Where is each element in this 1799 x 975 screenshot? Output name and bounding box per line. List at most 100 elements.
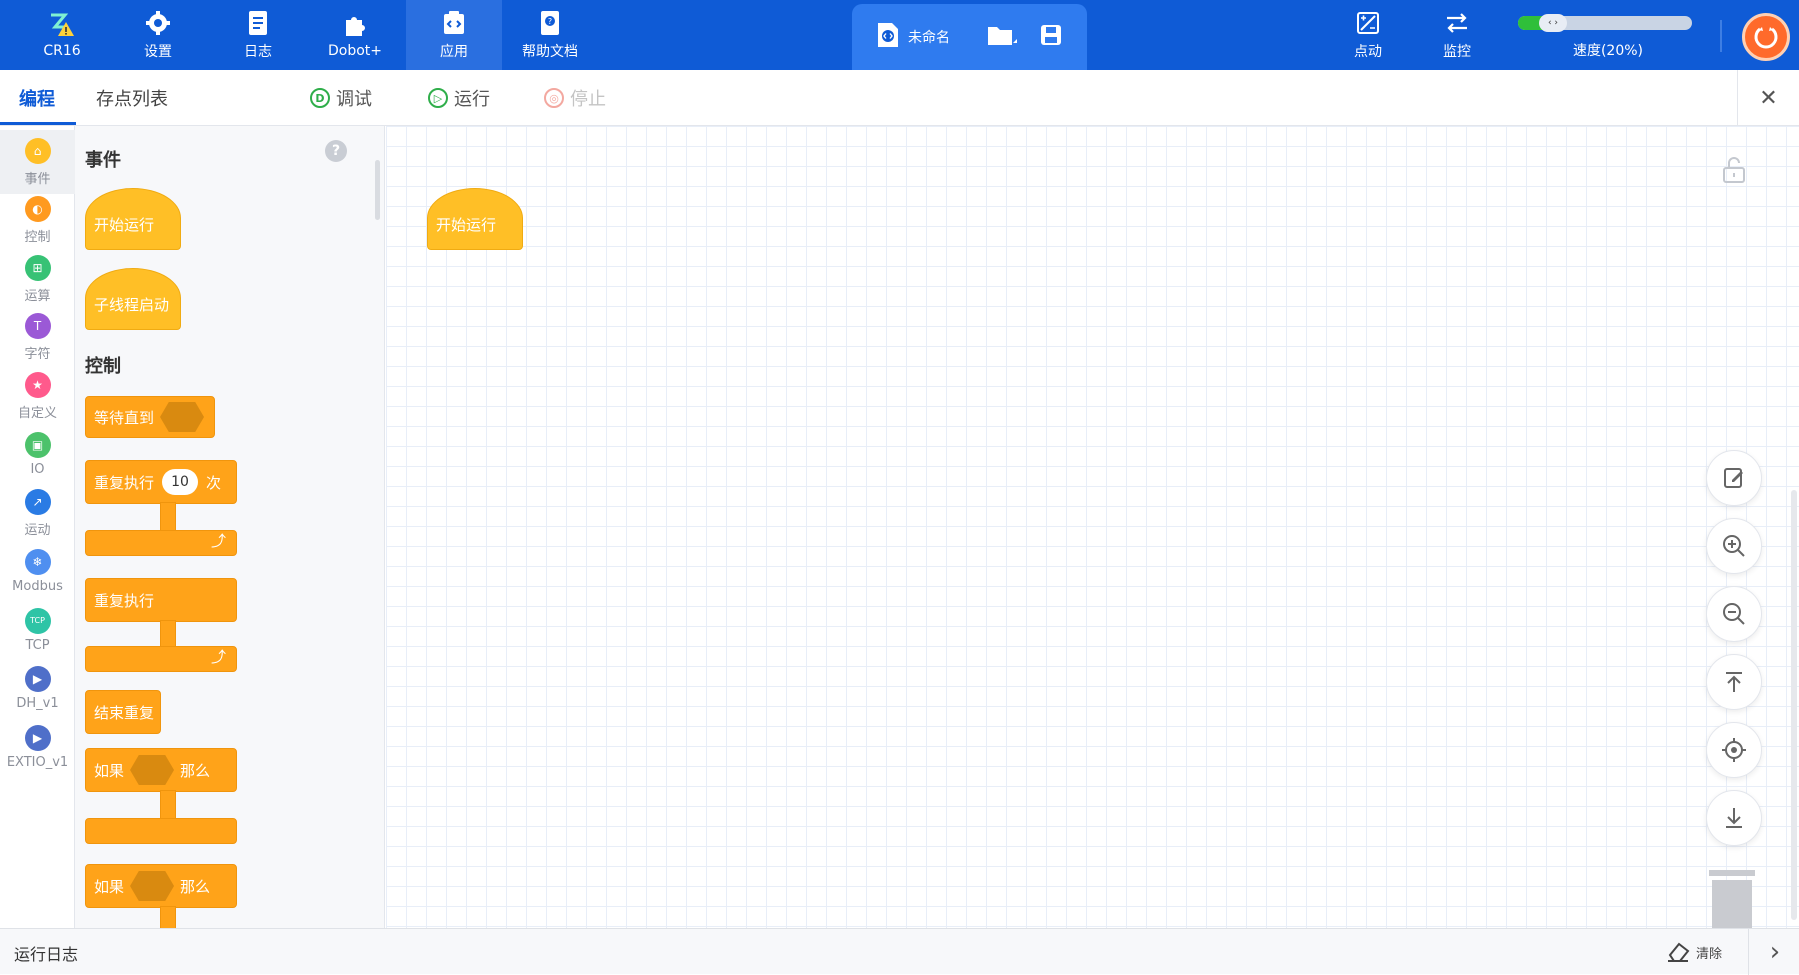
help-doc-icon: ?: [536, 9, 564, 37]
swap-arrows-icon: [1443, 9, 1471, 37]
category-item[interactable]: ⌂ 事件: [0, 130, 75, 194]
events-heading: 事件: [85, 150, 121, 171]
canvas-start-run-block[interactable]: 开始运行: [427, 188, 523, 250]
category-item[interactable]: ▣ IO: [0, 423, 75, 487]
category-label: 运动: [24, 522, 51, 538]
nav-monitor[interactable]: 监控: [1409, 0, 1505, 70]
workspace-canvas[interactable]: 开始运行: [386, 126, 1799, 928]
category-label: 控制: [24, 230, 51, 245]
block-then-label: 那么: [180, 761, 211, 780]
block-wait-until[interactable]: 等待直到: [85, 396, 215, 438]
speed-slider-handle[interactable]: ‹ ›: [1539, 14, 1567, 32]
help-icon[interactable]: ?: [325, 140, 347, 162]
folder-icon[interactable]: [986, 23, 1018, 51]
run-button[interactable]: ▷ 运行: [428, 70, 490, 126]
scroll-bottom-button[interactable]: [1706, 790, 1762, 846]
category-item[interactable]: ▶ DH_v1: [0, 657, 75, 721]
nav-app[interactable]: 应用: [406, 0, 502, 70]
category-item[interactable]: TCP TCP: [0, 598, 75, 662]
block-then-label: 那么: [180, 877, 211, 896]
block-category-rail: ⌂ 事件 ◐ 控制 ⊞ 运算 T 字符 ★ 自定义 ▣ IO ↗ 运动 ❄ Modbus TCP TCP ▶ DH_v…: [0, 126, 75, 928]
nav-jog[interactable]: 点动: [1320, 0, 1416, 70]
block-if-label: 如果: [94, 761, 125, 780]
category-item[interactable]: ↗ 运动: [0, 481, 75, 545]
edit-button[interactable]: [1706, 450, 1762, 506]
script-file-icon[interactable]: [876, 21, 900, 53]
unlock-icon[interactable]: [1722, 156, 1746, 184]
block-start-run[interactable]: 开始运行: [85, 188, 181, 250]
edit-icon: [1724, 468, 1743, 488]
block-subthread-start[interactable]: 子线程启动: [85, 268, 181, 330]
block-repeat-suffix: 次: [206, 473, 222, 492]
emergency-stop-icon: [1754, 27, 1778, 49]
scroll-to-bottom-icon: [1726, 808, 1742, 828]
zoom-in-button[interactable]: [1706, 518, 1762, 574]
tab-point-list[interactable]: 存点列表: [96, 70, 168, 126]
nav-help-doc[interactable]: ? 帮助文档: [502, 0, 598, 70]
workspace-vertical-scrollbar[interactable]: [1791, 490, 1797, 920]
category-label: TCP: [25, 637, 50, 653]
close-button[interactable]: ✕: [1737, 70, 1799, 126]
nav-jog-label: 点动: [1354, 44, 1382, 60]
condition-slot[interactable]: [160, 402, 205, 432]
block-repeat-times[interactable]: 重复执行 10 次: [85, 460, 237, 504]
if-else-block-arm: [160, 906, 176, 928]
topbar-divider: [1720, 20, 1722, 52]
category-item[interactable]: ❄ Modbus: [0, 540, 75, 604]
condition-slot[interactable]: [130, 871, 175, 901]
stop-button[interactable]: ◎ 停止: [544, 70, 606, 126]
category-icon: ↗: [24, 488, 51, 515]
condition-slot[interactable]: [130, 755, 175, 785]
category-icon: ▶: [24, 666, 51, 692]
flyout-scrollbar[interactable]: [375, 160, 380, 220]
save-icon[interactable]: [1040, 24, 1062, 50]
repeat-count-input[interactable]: 10: [162, 469, 199, 495]
block-wait-until-label: 等待直到: [94, 408, 155, 427]
emergency-stop-button[interactable]: [1742, 13, 1790, 61]
center-icon: [1722, 738, 1746, 762]
log-expand-button[interactable]: ›: [1760, 933, 1790, 971]
block-repeat-forever[interactable]: 重复执行: [85, 578, 237, 622]
repeat-forever-arm: [160, 620, 176, 648]
category-item[interactable]: ★ 自定义: [0, 364, 75, 428]
nav-robot-model[interactable]: CR16: [14, 0, 110, 70]
nav-log-label: 日志: [244, 44, 272, 60]
clear-log-button[interactable]: 清除: [1666, 937, 1722, 967]
category-label: Modbus: [12, 579, 63, 594]
trash-icon[interactable]: [1707, 868, 1757, 928]
repeat-block-footer: ⤴: [85, 530, 237, 556]
repeat-forever-footer: ⤴: [85, 646, 237, 672]
nav-dobot-plus[interactable]: Dobot+: [307, 0, 403, 70]
nav-dobot-plus-label: Dobot+: [327, 43, 383, 59]
eraser-icon: [1668, 942, 1690, 962]
category-item[interactable]: T 字符: [0, 306, 75, 370]
tab-programming[interactable]: 编程: [19, 70, 55, 126]
document-box: 未命名: [852, 4, 1087, 70]
block-repeat-prefix: 重复执行: [94, 473, 155, 492]
nav-log[interactable]: 日志: [210, 0, 306, 70]
category-item[interactable]: ⊞ 运算: [0, 247, 75, 311]
category-icon: TCP: [24, 607, 51, 634]
top-nav-bar: CR16 设置 日志 Dobot+ 应用 ? 帮助文档 未命名 点动 监控 ‹ …: [0, 0, 1799, 70]
category-item[interactable]: ◐ 控制: [0, 189, 75, 253]
category-item[interactable]: ▶ EXTIO_v1: [0, 715, 75, 779]
nav-app-label: 应用: [440, 44, 468, 60]
log-bar-divider: [1748, 929, 1749, 975]
app-code-icon: [440, 9, 468, 37]
block-if-then-else[interactable]: 如果 那么: [85, 864, 237, 908]
if-block-footer: [85, 818, 237, 844]
loop-arrow-icon: ⤴: [210, 532, 226, 550]
block-break-repeat[interactable]: 结束重复: [85, 690, 161, 734]
document-name[interactable]: 未命名: [908, 27, 950, 47]
center-button[interactable]: [1706, 722, 1762, 778]
zoom-out-button[interactable]: [1706, 586, 1762, 642]
block-if-then[interactable]: 如果 那么: [85, 748, 237, 792]
category-icon: ★: [24, 371, 51, 398]
nav-monitor-label: 监控: [1443, 44, 1471, 60]
speed-slider[interactable]: ‹ ›: [1518, 14, 1692, 32]
nav-settings[interactable]: 设置: [110, 0, 206, 70]
clear-log-label: 清除: [1696, 946, 1723, 962]
scroll-top-button[interactable]: [1706, 654, 1762, 710]
debug-button[interactable]: D 调试: [310, 70, 372, 126]
robot-warning-icon: [48, 11, 76, 39]
